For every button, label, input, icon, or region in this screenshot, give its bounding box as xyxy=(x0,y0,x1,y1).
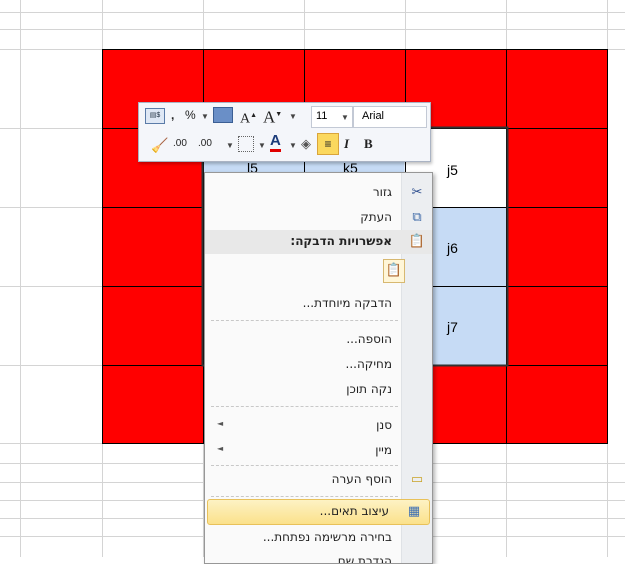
font-size-value: 11 xyxy=(316,110,328,122)
menu-item-delete[interactable]: מחיקה... xyxy=(205,353,432,377)
decrease-decimal-button[interactable]: .00 xyxy=(198,134,212,154)
menu-item-insert-comment[interactable]: ▭ הוסף הערה xyxy=(205,468,432,492)
menu-item-label: העתק xyxy=(360,210,392,224)
menu-item-paste-special[interactable]: הדבקה מיוחדת... xyxy=(205,292,432,316)
chevron-down-icon[interactable]: ▼ xyxy=(289,112,297,121)
paste-icon: 📋 xyxy=(385,263,403,278)
font-size-select[interactable]: 11 ▼ xyxy=(311,106,353,128)
chevron-down-icon[interactable]: ▼ xyxy=(341,113,349,122)
menu-item-cut[interactable]: ✂ גזור xyxy=(205,181,432,205)
menu-header-paste-options: 📋 אפשרויות הדבקה: xyxy=(205,230,432,254)
cell-j7[interactable]: j7 xyxy=(447,319,458,335)
borders-icon[interactable] xyxy=(238,136,254,152)
menu-separator xyxy=(211,406,398,407)
comma-style-button[interactable]: , xyxy=(171,105,174,125)
menu-item-label: נקה תוכן xyxy=(346,382,392,396)
increase-decimal-button[interactable]: .00 xyxy=(173,134,187,154)
chevron-down-icon[interactable]: ▼ xyxy=(226,141,234,150)
context-menu: ✂ גזור ⧉ העתק 📋 אפשרויות הדבקה: 📋 הדבקה … xyxy=(204,172,433,564)
menu-separator xyxy=(211,465,398,466)
menu-separator xyxy=(211,320,398,321)
fill-color-icon[interactable]: ◈ xyxy=(301,134,311,154)
menu-item-label: הגדרת שם... xyxy=(326,554,392,564)
menu-item-label: אפשרויות הדבקה: xyxy=(290,234,392,248)
menu-item-sort[interactable]: ◄ מיין xyxy=(205,439,432,463)
menu-item-label: סנן xyxy=(376,418,392,432)
menu-item-define-name[interactable]: הגדרת שם... xyxy=(205,550,432,564)
mini-toolbar: ▤$ , % ▼ A▲ A▼ ▼ 11 ▼ Arial 🧹 .00 .00 ▼ … xyxy=(138,102,431,162)
font-name-select[interactable]: Arial xyxy=(353,106,427,128)
format-cells-icon: ▦ xyxy=(407,504,421,519)
grow-font-icon[interactable]: A▲ xyxy=(240,105,257,130)
scissors-icon: ✂ xyxy=(411,185,423,200)
cell-j6[interactable]: j6 xyxy=(447,240,458,256)
eraser-brush-icon[interactable]: 🧹 xyxy=(151,135,168,155)
accounting-format-icon[interactable]: ▤$ xyxy=(145,108,165,124)
comment-icon: ▭ xyxy=(410,472,424,487)
menu-separator xyxy=(211,496,398,497)
menu-item-filter[interactable]: ◄ סנן xyxy=(205,414,432,438)
menu-item-clear-contents[interactable]: נקה תוכן xyxy=(205,378,432,402)
chevron-down-icon[interactable]: ▼ xyxy=(201,112,209,121)
bold-button[interactable]: B xyxy=(364,134,373,154)
clipboard-icon: 📋 xyxy=(408,234,426,249)
menu-item-label: עיצוב תאים... xyxy=(319,504,389,518)
chevron-down-icon[interactable]: ▼ xyxy=(258,141,266,150)
menu-item-label: מחיקה... xyxy=(345,357,392,371)
menu-item-insert[interactable]: הוספה... xyxy=(205,328,432,352)
submenu-arrow-icon: ◄ xyxy=(217,444,224,453)
menu-item-label: גזור xyxy=(372,185,392,199)
copy-icon: ⧉ xyxy=(412,210,422,225)
shrink-font-icon[interactable]: A▼ xyxy=(263,104,282,128)
menu-item-label: הוסף הערה xyxy=(331,472,392,486)
menu-item-label: מיין xyxy=(375,443,392,457)
percent-style-button[interactable]: % xyxy=(185,105,196,125)
menu-item-format-cells[interactable]: ▦ עיצוב תאים... xyxy=(207,499,430,525)
italic-button[interactable]: I xyxy=(344,134,349,154)
menu-item-label: הדבקה מיוחדת... xyxy=(302,296,392,310)
chevron-down-icon[interactable]: ▼ xyxy=(289,141,297,150)
format-painter-table-icon[interactable] xyxy=(213,107,233,123)
submenu-arrow-icon: ◄ xyxy=(217,419,224,428)
menu-item-label: הוספה... xyxy=(346,332,392,346)
menu-item-label: בחירה מרשימה נפתחת... xyxy=(262,530,392,544)
menu-item-copy[interactable]: ⧉ העתק xyxy=(205,206,432,230)
font-color-icon[interactable]: A xyxy=(270,132,281,152)
paste-button[interactable]: 📋 xyxy=(383,259,405,283)
font-name-value: Arial xyxy=(362,110,385,122)
cell-j5[interactable]: j5 xyxy=(447,162,458,178)
align-center-icon[interactable]: ≡ xyxy=(317,133,339,155)
menu-item-pick-from-list[interactable]: בחירה מרשימה נפתחת... xyxy=(205,526,432,550)
